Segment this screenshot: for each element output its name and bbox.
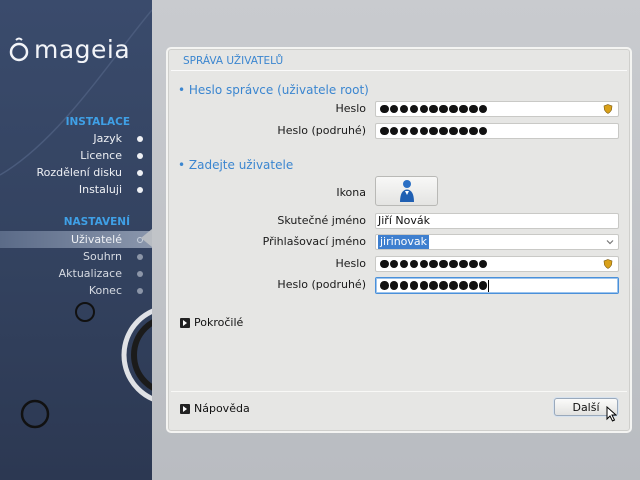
step-pending-dot-icon <box>137 270 143 277</box>
sidebar-item-partitioning: Rozdělení disku <box>0 164 152 181</box>
panel-title: SPRÁVA UŽIVATELŮ <box>183 55 284 67</box>
user-avatar-icon <box>399 180 414 202</box>
sidebar-section-configuration: NASTAVENÍ <box>63 216 130 228</box>
mageia-logo: mageia <box>8 34 130 64</box>
logo-text: mageia <box>34 34 131 64</box>
sidebar-item-summary: Souhrn <box>0 248 152 265</box>
sidebar-item-label: Uživatelé <box>70 233 122 246</box>
sidebar-item-language: Jazyk <box>0 130 152 147</box>
help-expander[interactable]: Nápověda <box>180 402 250 415</box>
sidebar-item-license: Licence <box>0 147 152 164</box>
step-pending-dot-icon <box>137 287 143 294</box>
user-password-repeat-label: Heslo (podruhé) <box>277 278 366 291</box>
step-done-dot-icon <box>137 169 143 176</box>
sidebar-section-installation: INSTALACE <box>65 116 130 128</box>
user-password-input[interactable]: ●●●●●●●●●●● <box>375 256 619 272</box>
step-done-dot-icon <box>137 152 143 159</box>
sidebar: mageia INSTALACE Jazyk Licence Rozdělení… <box>0 0 152 480</box>
sidebar-item-updates: Aktualizace <box>0 265 152 282</box>
user-password-repeat-mask <box>378 281 488 290</box>
real-name-label: Skutečné jméno <box>277 214 366 227</box>
sidebar-item-label: Licence <box>80 149 122 162</box>
mageia-logo-icon <box>9 37 29 62</box>
user-password-repeat-input[interactable]: ●●●●●●●●●●● <box>375 277 619 294</box>
sidebar-item-label: Rozdělení disku <box>36 166 122 179</box>
step-done-dot-icon <box>137 186 143 193</box>
sidebar-item-label: Aktualizace <box>58 267 122 280</box>
sidebar-item-label: Konec <box>88 284 122 297</box>
root-password-label: Heslo <box>335 102 366 115</box>
sidebar-item-label: Instaluji <box>78 183 122 196</box>
sidebar-item-installing: Instaluji <box>0 181 152 198</box>
advanced-expander[interactable]: Pokročilé <box>180 316 243 329</box>
sidebar-item-users: Uživatelé <box>0 231 152 248</box>
shield-icon <box>603 259 613 269</box>
user-icon-button[interactable] <box>375 176 438 206</box>
icon-label: Ikona <box>336 186 366 199</box>
real-name-input[interactable]: Jiří Novák <box>375 213 619 229</box>
user-password-mask <box>378 259 488 269</box>
mouse-cursor-icon <box>606 406 617 422</box>
shield-icon <box>603 104 613 114</box>
bottom-divider <box>171 391 627 392</box>
login-name-value: jirinovak <box>378 235 430 249</box>
root-password-mask <box>378 104 488 114</box>
sidebar-item-label: Souhrn <box>83 250 122 263</box>
real-name-value: Jiří Novák <box>378 214 430 227</box>
root-password-repeat-label: Heslo (podruhé) <box>277 124 366 137</box>
user-management-panel: SPRÁVA UŽIVATELŮ • Heslo správce (uživat… <box>166 47 632 433</box>
login-name-combobox[interactable]: jirinovak <box>375 234 619 250</box>
login-name-label: Přihlašovací jméno <box>262 235 366 248</box>
active-step-pointer <box>141 229 152 247</box>
advanced-label: Pokročilé <box>194 316 244 329</box>
root-password-group-title: • Heslo správce (uživatele root) <box>178 83 369 97</box>
root-password-repeat-input[interactable]: ●●●●●●●●●●● <box>375 123 619 139</box>
text-caret <box>488 279 490 292</box>
expand-triangle-icon <box>180 317 190 328</box>
help-label: Nápověda <box>194 402 250 415</box>
step-pending-dot-icon <box>137 253 143 260</box>
step-done-dot-icon <box>137 135 143 142</box>
root-password-input[interactable]: ●●●●●●●●●●● <box>375 101 619 117</box>
user-password-label: Heslo <box>335 257 366 270</box>
chevron-down-icon[interactable] <box>606 238 614 246</box>
sidebar-item-label: Jazyk <box>93 132 122 145</box>
sidebar-item-finish: Konec <box>0 282 152 299</box>
panel-title-divider <box>171 70 627 71</box>
user-group-title: • Zadejte uživatele <box>178 158 294 172</box>
expand-triangle-icon <box>180 403 190 414</box>
root-password-repeat-mask <box>378 126 488 136</box>
